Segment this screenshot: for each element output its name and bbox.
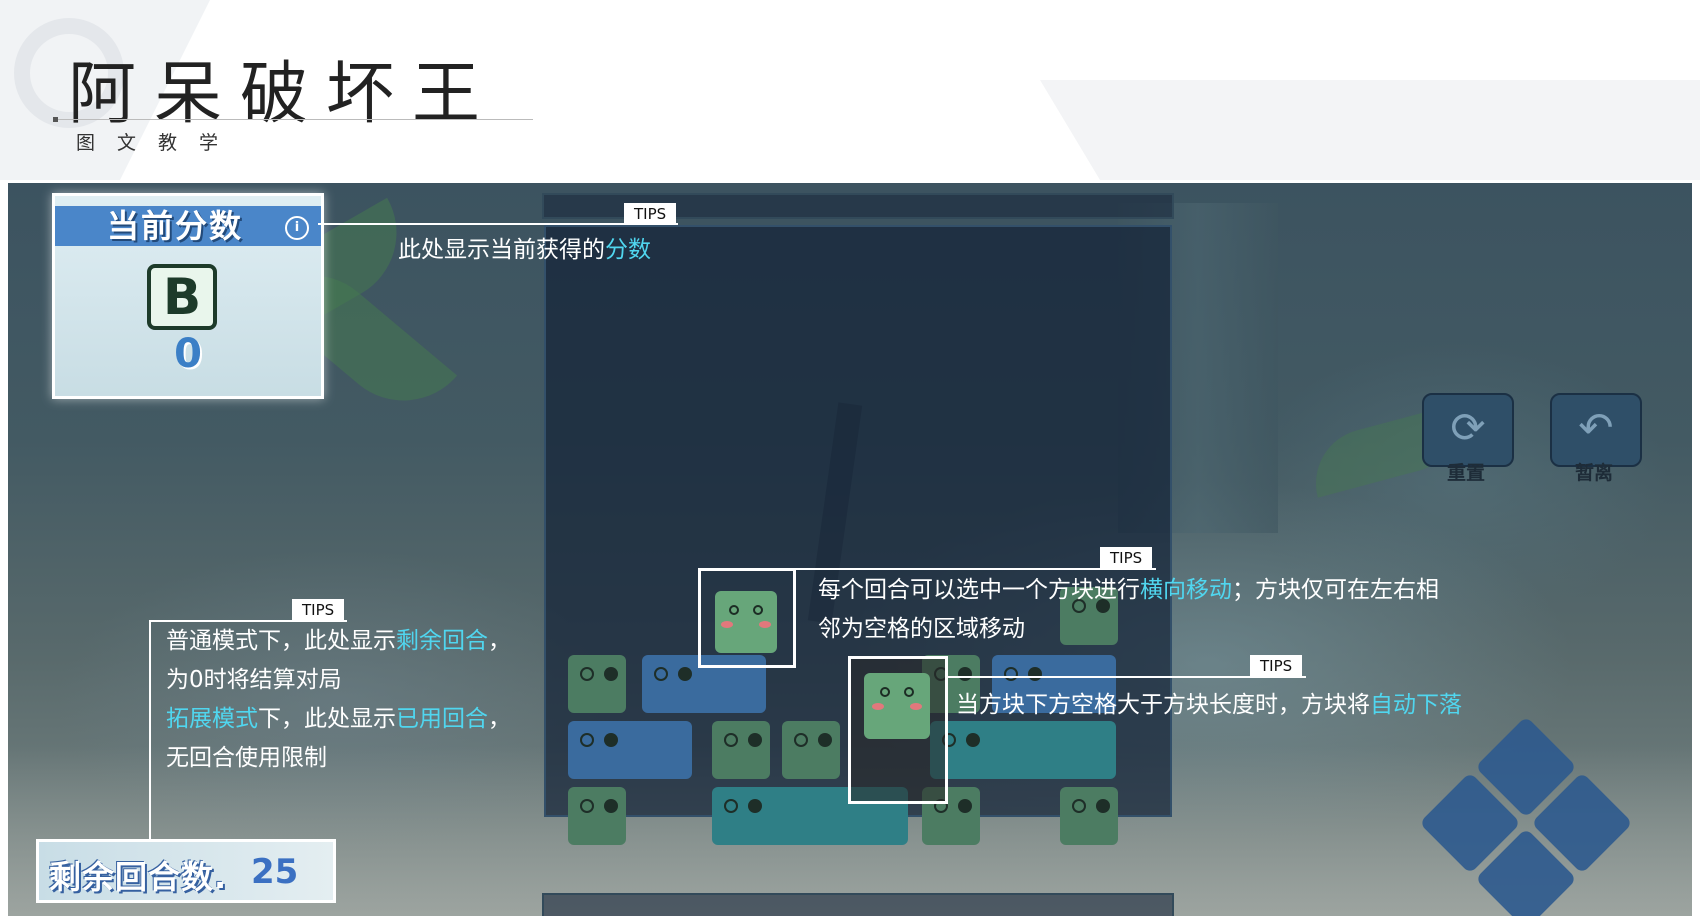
title-divider bbox=[55, 119, 533, 120]
block-blush bbox=[759, 621, 771, 628]
reset-label: 重置 bbox=[1446, 462, 1485, 484]
fall-tips-badge: TIPS bbox=[1250, 655, 1303, 677]
move-tip-line1: 每个回合可以选中一个方块进行 bbox=[818, 577, 1140, 603]
rounds-tip-line3: 下，此处显示 bbox=[258, 706, 396, 732]
rounds-tip-punct: ， bbox=[488, 628, 511, 654]
block-blush bbox=[872, 703, 884, 710]
block[interactable] bbox=[568, 721, 692, 779]
block[interactable] bbox=[712, 721, 770, 779]
refresh-icon: ⟳ bbox=[1450, 403, 1486, 452]
pause-button[interactable]: ↶ bbox=[1550, 393, 1642, 467]
fall-tip-text: 当方块下方空格大于方块长度时，方块将自动下落 bbox=[956, 686, 1462, 725]
rounds-panel: 剩余回合数. 25 bbox=[36, 839, 336, 903]
rounds-tip-line2: 为0时将结算对局 bbox=[166, 667, 342, 693]
move-tip-highlight: 横向移动 bbox=[1140, 577, 1232, 603]
fall-tip-highlight: 自动下落 bbox=[1370, 692, 1462, 718]
rounds-tip-highlight: 已用回合 bbox=[396, 706, 488, 732]
info-icon[interactable]: i bbox=[285, 216, 309, 240]
block-eyes bbox=[725, 605, 765, 615]
board-bottom-bar bbox=[542, 893, 1174, 916]
move-tip-line2: 邻为空格的区域移动 bbox=[818, 616, 1025, 642]
pause-label: 暂离 bbox=[1574, 462, 1613, 484]
score-value: 0 bbox=[174, 331, 202, 377]
rounds-tip-highlight: 拓展模式 bbox=[166, 706, 258, 732]
move-tip-line1-tail: ；方块仅可在左右相 bbox=[1232, 577, 1439, 603]
score-tips-badge: TIPS bbox=[624, 203, 677, 225]
score-tip-text: 此处显示当前获得的分数 bbox=[398, 231, 651, 270]
title-divider-dot bbox=[53, 117, 58, 122]
block[interactable] bbox=[568, 787, 626, 845]
rounds-tip-highlight: 剩余回合 bbox=[396, 628, 488, 654]
block[interactable] bbox=[1060, 787, 1118, 845]
block-blush bbox=[721, 621, 733, 628]
rounds-label: 剩余回合数. bbox=[49, 858, 228, 896]
rounds-tip-punct: ， bbox=[488, 706, 511, 732]
score-tip-text-main: 此处显示当前获得的 bbox=[398, 237, 605, 263]
header-decoration-right bbox=[1040, 80, 1700, 180]
score-label: 当前分数 bbox=[55, 206, 321, 246]
falling-block-highlight bbox=[848, 656, 948, 804]
block-eyes bbox=[874, 687, 914, 697]
move-tip-text: 每个回合可以选中一个方块进行横向移动；方块仅可在左右相 邻为空格的区域移动 bbox=[818, 571, 1439, 649]
block bbox=[864, 673, 930, 739]
block bbox=[715, 591, 777, 653]
block[interactable] bbox=[930, 721, 1116, 779]
selected-block-highlight bbox=[698, 568, 796, 668]
fall-tip-text-main: 当方块下方空格大于方块长度时，方块将 bbox=[956, 692, 1370, 718]
page-subtitle: 图文教学 bbox=[76, 132, 241, 154]
rounds-tips-badge: TIPS bbox=[292, 599, 345, 621]
block-blush bbox=[910, 703, 922, 710]
score-tip-highlight: 分数 bbox=[605, 237, 651, 263]
move-tips-badge: TIPS bbox=[1100, 547, 1153, 569]
rounds-tip-connector-vertical bbox=[149, 620, 151, 840]
block[interactable] bbox=[782, 721, 840, 779]
rounds-tip-line1: 普通模式下，此处显示 bbox=[166, 628, 396, 654]
rounds-value: 25 bbox=[251, 852, 299, 892]
back-arrow-icon: ↶ bbox=[1578, 403, 1614, 452]
rounds-tip-line4: 无回合使用限制 bbox=[166, 745, 327, 771]
page-title: 阿呆破坏王 bbox=[68, 55, 499, 134]
block[interactable] bbox=[568, 655, 626, 713]
score-panel: 当前分数 i B 0 bbox=[52, 193, 324, 399]
reset-button[interactable]: ⟳ bbox=[1422, 393, 1514, 467]
rounds-tip-text: 普通模式下，此处显示剩余回合， 为0时将结算对局 拓展模式下，此处显示已用回合，… bbox=[166, 622, 511, 778]
grade-badge: B bbox=[147, 264, 217, 330]
